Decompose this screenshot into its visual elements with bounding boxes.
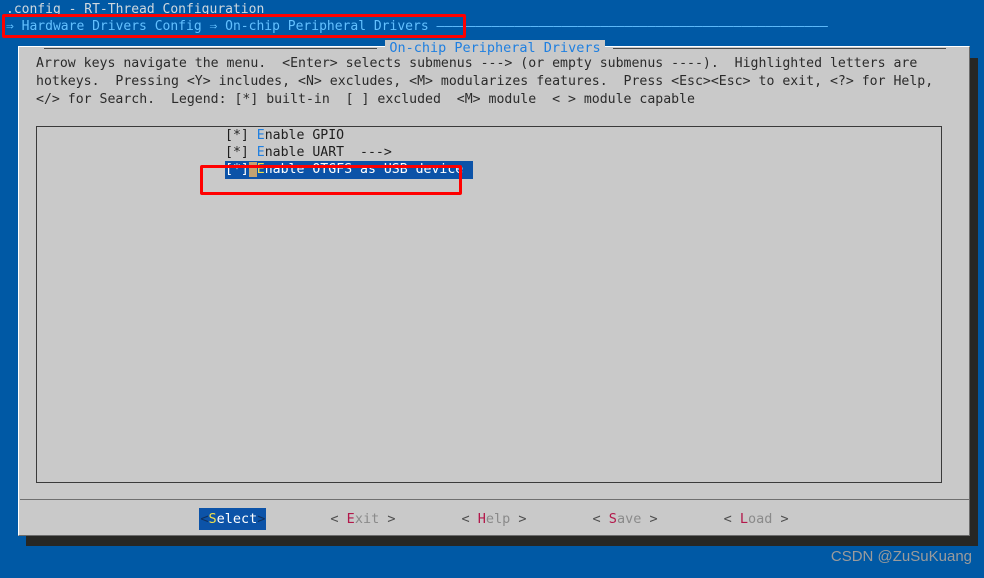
bracket-right: > bbox=[510, 511, 527, 527]
button-label: oad bbox=[748, 511, 773, 527]
bracket-right: > bbox=[379, 511, 396, 527]
submenu-arrow-icon: ---> bbox=[344, 145, 392, 160]
menu-item-hotkey: E bbox=[256, 145, 265, 160]
button-label: xit bbox=[354, 511, 380, 527]
menu-list-frame: [*] Enable GPIO [*] Enable UART ---> [*] E… bbox=[36, 126, 942, 483]
button-hotkey: H bbox=[477, 511, 486, 527]
terminal-title: .config - RT-Thread Configuration bbox=[6, 2, 265, 17]
menu-item-hotkey: E bbox=[256, 128, 265, 143]
bracket-left: < bbox=[330, 511, 347, 527]
menuconfig-dialog: On-chip Peripheral Drivers Arrow keys na… bbox=[18, 40, 971, 536]
breadcrumb[interactable]: ⇒ Hardware Drivers Config ⇒ On-chip Peri… bbox=[6, 18, 828, 35]
menu-item-label: nable OTGFS as USB device bbox=[264, 162, 464, 177]
button-hotkey: L bbox=[739, 511, 748, 527]
bracket-left: < bbox=[461, 511, 478, 527]
button-hotkey: E bbox=[346, 511, 355, 527]
help-button[interactable]: < Help > bbox=[459, 508, 528, 530]
load-button[interactable]: < Load > bbox=[722, 508, 791, 530]
button-label: elect bbox=[216, 511, 258, 527]
select-button[interactable]: <Select> bbox=[199, 508, 267, 530]
button-separator bbox=[20, 499, 970, 500]
menu-item-label: nable GPIO bbox=[264, 128, 345, 143]
bracket-left: < bbox=[723, 511, 740, 527]
button-label: elp bbox=[485, 511, 511, 527]
menu-item[interactable]: [*] Enable GPIO bbox=[37, 127, 941, 144]
menu-item-checkbox[interactable]: [*] bbox=[225, 128, 257, 143]
button-label: ave bbox=[616, 511, 642, 527]
bracket-right: > bbox=[641, 511, 658, 527]
menu-item-checkbox[interactable]: [*] bbox=[225, 145, 257, 160]
button-hotkey: S bbox=[608, 511, 617, 527]
button-hotkey: S bbox=[208, 511, 217, 527]
menu-item[interactable]: [*] Enable OTGFS as USB device bbox=[225, 161, 473, 179]
exit-button[interactable]: < Exit > bbox=[328, 508, 397, 530]
title-rule-right bbox=[612, 47, 946, 49]
menu-item-hotkey: E bbox=[256, 162, 265, 177]
help-text: Arrow keys navigate the menu. <Enter> se… bbox=[36, 56, 942, 107]
bracket-left: < bbox=[592, 511, 609, 527]
bracket-right: > bbox=[257, 511, 266, 527]
menu-item-label: nable UART bbox=[264, 145, 345, 160]
watermark: CSDN @ZuSuKuang bbox=[830, 548, 972, 565]
title-rule-left bbox=[44, 47, 378, 49]
dialog-title: On-chip Peripheral Drivers bbox=[385, 40, 605, 56]
save-button[interactable]: < Save > bbox=[591, 508, 660, 530]
text-cursor bbox=[248, 162, 257, 177]
menu-list[interactable]: [*] Enable GPIO [*] Enable UART ---> [*] E… bbox=[37, 127, 941, 179]
menu-item[interactable]: [*] Enable UART ---> bbox=[37, 144, 941, 161]
bracket-right: > bbox=[772, 511, 789, 527]
menu-item-checkbox[interactable]: [*] bbox=[225, 162, 249, 177]
button-row: <Select> < Exit > < Help > < Save > < Load > bbox=[19, 507, 971, 531]
